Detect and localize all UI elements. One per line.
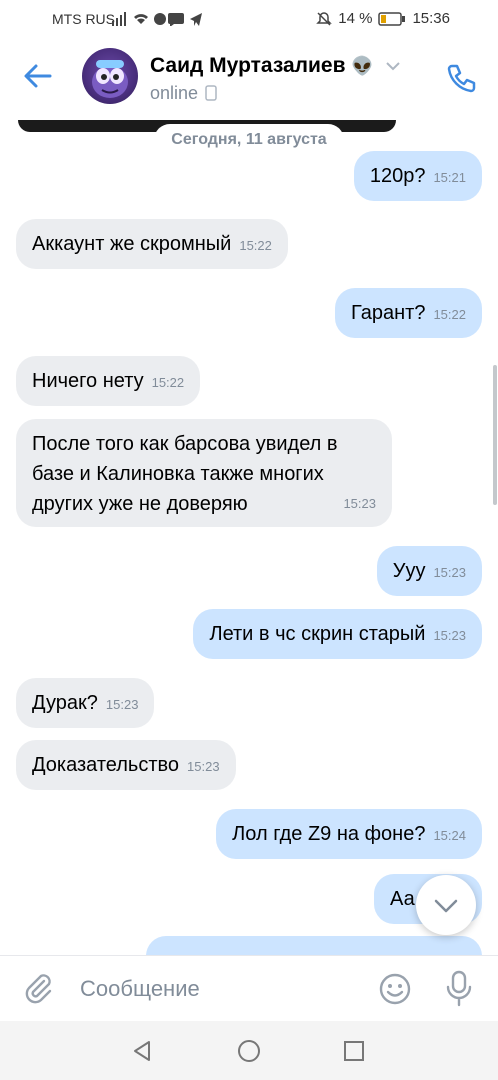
system-nav-bar xyxy=(0,1021,498,1080)
message-composer: Сообщение xyxy=(0,955,498,1022)
message-time: 15:22 xyxy=(433,307,466,322)
message-bubble[interactable]: 120р? 15:21 xyxy=(353,151,482,201)
phone-icon[interactable] xyxy=(444,62,478,96)
scrollbar[interactable] xyxy=(493,365,497,505)
chevron-down-icon[interactable] xyxy=(384,60,402,72)
square-recent-icon[interactable] xyxy=(342,1039,366,1063)
message-time: 15:22 xyxy=(239,238,272,253)
avatar[interactable] xyxy=(82,48,138,104)
contact-name[interactable]: Саид Муртазалиев 👽 xyxy=(150,54,402,78)
message-bubble[interactable]: Дурак? 15:23 xyxy=(16,678,155,728)
date-separator: Сегодня, 11 августа xyxy=(154,124,344,156)
battery-percent: 14 % xyxy=(338,10,373,27)
message-time: 15:23 xyxy=(433,628,466,643)
message-bubble[interactable]: Ничего нету 15:22 xyxy=(16,356,201,406)
message-time: 15:23 xyxy=(343,496,376,511)
status-right: 14 % 15:36 xyxy=(316,10,450,27)
status-icons xyxy=(112,12,202,26)
message-bubble-partial[interactable] xyxy=(146,936,482,955)
message-bubble[interactable]: Аккаунт же скромный 15:22 xyxy=(16,219,288,269)
paperclip-icon[interactable] xyxy=(22,972,56,1006)
message-bubble[interactable]: Лети в чс скрин старый 15:23 xyxy=(193,609,482,659)
arrow-left-icon[interactable] xyxy=(22,60,54,92)
status-bar: MTS RUS 14 % 15:36 xyxy=(0,0,498,36)
message-time: 15:23 xyxy=(187,759,220,774)
message-bubble[interactable]: Гарант? 15:22 xyxy=(335,288,482,338)
message-bubble[interactable]: Ууу 15:23 xyxy=(376,546,482,596)
carrier-label: MTS RUS xyxy=(52,11,115,27)
chat-header: Саид Муртазалиев 👽 online xyxy=(0,36,498,120)
message-time: 15:22 xyxy=(151,375,185,390)
triangle-back-icon[interactable] xyxy=(130,1039,154,1063)
clock: 15:36 xyxy=(412,10,450,27)
message-bubble[interactable]: После того как барсова увидел в базе и К… xyxy=(16,419,392,527)
mobile-icon xyxy=(205,85,217,101)
alien-emoji: 👽 xyxy=(351,56,374,76)
message-time: 15:24 xyxy=(433,828,466,843)
scroll-down-button[interactable] xyxy=(416,875,476,935)
online-status: online xyxy=(150,83,217,104)
message-bubble[interactable]: Доказательство 15:23 xyxy=(16,740,236,790)
message-bubble[interactable]: Лол где Z9 на фоне? 15:24 xyxy=(216,809,482,859)
battery-icon xyxy=(378,11,406,26)
message-time: 15:23 xyxy=(433,565,466,580)
message-time: 15:23 xyxy=(105,697,139,712)
circle-home-icon[interactable] xyxy=(237,1039,261,1063)
message-list[interactable]: Сегодня, 11 августа 120р? 15:21 Аккаунт ж… xyxy=(0,120,498,955)
microphone-icon[interactable] xyxy=(444,970,474,1008)
mute-bell-icon xyxy=(316,11,333,26)
message-time: 15:21 xyxy=(433,170,466,185)
smile-icon[interactable] xyxy=(378,972,412,1006)
message-input[interactable]: Сообщение xyxy=(80,976,200,1002)
chevron-down-icon xyxy=(434,899,458,913)
